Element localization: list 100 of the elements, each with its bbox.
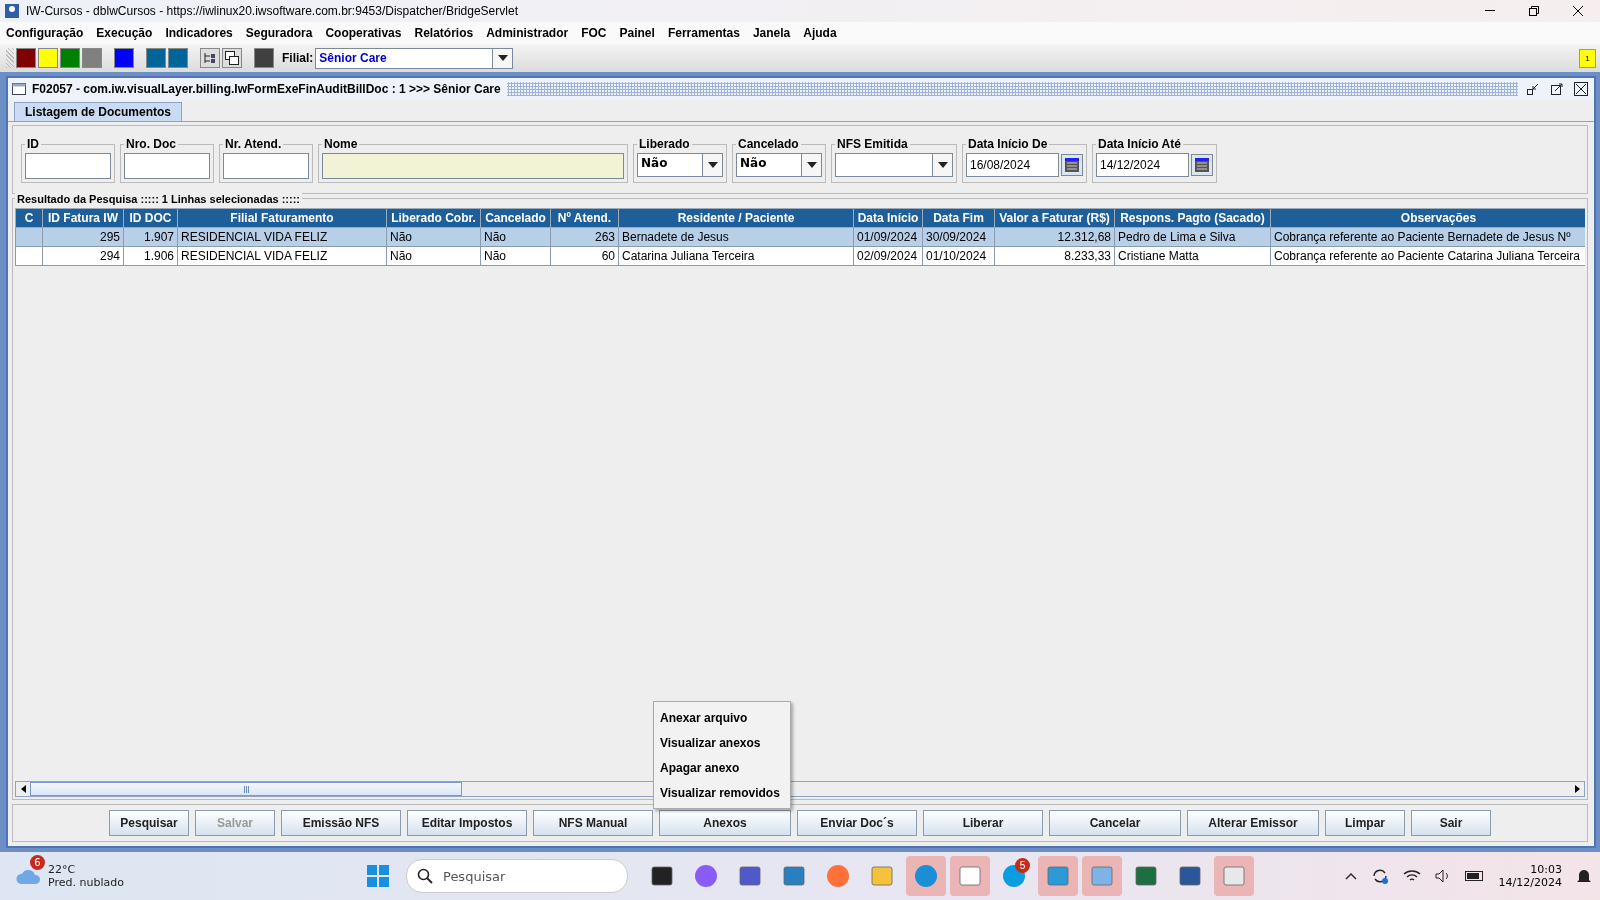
temperature: 22°C [48, 863, 77, 876]
speaker-icon[interactable] [1434, 869, 1451, 883]
column-header[interactable]: ID DOC [123, 208, 178, 228]
tab[interactable]: Listagem de Documentos [14, 102, 183, 121]
chevron-up-icon[interactable] [1344, 872, 1357, 880]
color-swatch-button[interactable] [254, 48, 274, 68]
menu-item[interactable]: Visualizar removidos [654, 780, 790, 805]
taskbar-app-button[interactable]: 5 [994, 856, 1034, 896]
wifi-icon[interactable] [1402, 869, 1421, 883]
menu-item[interactable]: Anexar arquivo [654, 705, 790, 730]
menu-item[interactable]: Apagar anexo [654, 755, 790, 780]
menu-item[interactable]: Visualizar anexos [654, 730, 790, 755]
close-icon [1573, 6, 1583, 16]
menu-item[interactable]: Ajuda [803, 26, 837, 40]
date-field[interactable]: 16/08/2024 [966, 153, 1059, 177]
action-button[interactable]: Sair [1411, 810, 1491, 836]
date-field[interactable]: 14/12/2024 [1096, 153, 1189, 177]
minimize-icon [1527, 83, 1539, 95]
menu-item[interactable]: Cooperativas [325, 26, 402, 40]
grip-icon [243, 785, 249, 793]
action-button[interactable]: Alterar Emissor [1187, 810, 1319, 836]
column-header[interactable]: Cancelado [480, 208, 551, 228]
bell-icon[interactable] [1576, 868, 1592, 884]
color-swatch-button[interactable] [38, 48, 58, 68]
menu-item[interactable]: Configuração [6, 26, 84, 40]
column-header[interactable]: Residente / Paciente [618, 208, 854, 228]
search-field[interactable]: Pesquisar [441, 867, 595, 885]
maximize-button[interactable] [1548, 81, 1566, 97]
menu-item[interactable]: Administrador [486, 26, 569, 40]
action-button[interactable]: Limpar [1325, 810, 1405, 836]
column-header[interactable]: Liberado Cobr. [386, 208, 481, 228]
table-cell: 263 [550, 227, 619, 247]
restore-icon [1529, 6, 1539, 16]
horizontal-scrollbar[interactable] [15, 781, 1585, 797]
menu-item[interactable]: Janela [752, 26, 791, 40]
notification-badge[interactable]: 1 [1579, 48, 1596, 68]
windows-button[interactable] [222, 48, 242, 68]
battery-icon[interactable] [1464, 870, 1485, 882]
column-header[interactable]: Data Início [853, 208, 923, 228]
close-button[interactable] [1572, 81, 1590, 97]
action-button[interactable]: Anexos [659, 810, 791, 836]
column-header[interactable]: ID Fatura IW [42, 208, 124, 228]
menu-item[interactable]: Seguradora [245, 26, 313, 40]
column-header[interactable]: Nº Atend. [550, 208, 619, 228]
dropdown[interactable]: Não [736, 153, 822, 177]
dropdown[interactable] [835, 153, 953, 177]
column-header[interactable]: Filial Faturamento [177, 208, 387, 228]
caret-icon [937, 162, 948, 168]
notification-badge: 6 [30, 855, 45, 870]
table-cell: Bernadete de Jesus [618, 227, 854, 247]
menu-item[interactable]: Indicadores [165, 26, 233, 40]
tree-icon [203, 51, 217, 65]
color-swatch-button[interactable] [114, 48, 134, 68]
menu-item[interactable]: Execução [96, 26, 153, 40]
table-cell: 60 [550, 246, 619, 266]
search-bar[interactable]: Pesquisar [406, 859, 628, 893]
column-header[interactable]: Data Fim [922, 208, 995, 228]
action-button[interactable]: Cancelar [1049, 810, 1181, 836]
menu-item[interactable]: FOC [581, 26, 607, 40]
tree-button[interactable] [200, 48, 220, 68]
task-view-icon [650, 864, 674, 888]
color-swatch-button[interactable] [168, 48, 188, 68]
column-header[interactable]: Valor a Faturar (R$) [994, 208, 1115, 228]
sync-icon[interactable] [1370, 867, 1389, 885]
cloud-icon [16, 867, 42, 885]
field-label: Data Início De [966, 137, 1050, 151]
menu-item[interactable]: Relatórios [414, 26, 474, 40]
color-swatch-button[interactable] [16, 48, 36, 68]
action-button[interactable]: Pesquisar [109, 810, 189, 836]
toolbar-grip[interactable] [6, 48, 14, 68]
input-field[interactable] [322, 153, 624, 179]
dropdown[interactable]: Não [637, 153, 723, 177]
color-swatch-button[interactable] [60, 48, 80, 68]
scrollbar-thumb[interactable] [30, 782, 462, 796]
action-button[interactable]: Enviar Doc´s [797, 810, 917, 836]
field-label: Data Início Até [1096, 137, 1183, 151]
input-field[interactable] [25, 153, 111, 179]
action-button[interactable]: Editar Impostos [407, 810, 527, 836]
filial-dropdown[interactable]: Sênior Care [315, 47, 514, 69]
maximize-icon [1551, 83, 1563, 95]
calendar-button[interactable] [1061, 154, 1083, 176]
caret-icon [497, 55, 508, 61]
table-cell [15, 227, 43, 247]
clock-time[interactable]: 10:03 [1530, 863, 1562, 876]
column-header[interactable]: C [15, 208, 43, 228]
menu-item[interactable]: Ferramentas [667, 26, 740, 40]
color-swatch-button[interactable] [82, 48, 102, 68]
app-logo-icon [4, 3, 20, 19]
input-field[interactable] [124, 153, 210, 179]
action-button[interactable]: Liberar [923, 810, 1043, 836]
input-field[interactable] [223, 153, 309, 179]
column-header[interactable]: Respons. Pagto (Sacado) [1114, 208, 1271, 228]
field-label: NFS Emitida [835, 137, 910, 151]
action-button[interactable]: NFS Manual [533, 810, 653, 836]
color-swatch-button[interactable] [146, 48, 166, 68]
action-button[interactable]: Emissão NFS [281, 810, 401, 836]
clock-date[interactable]: 14/12/2024 [1498, 876, 1562, 889]
calendar-button[interactable] [1191, 154, 1213, 176]
column-header[interactable]: Observações [1270, 208, 1585, 228]
menu-item[interactable]: Painel [619, 26, 655, 40]
